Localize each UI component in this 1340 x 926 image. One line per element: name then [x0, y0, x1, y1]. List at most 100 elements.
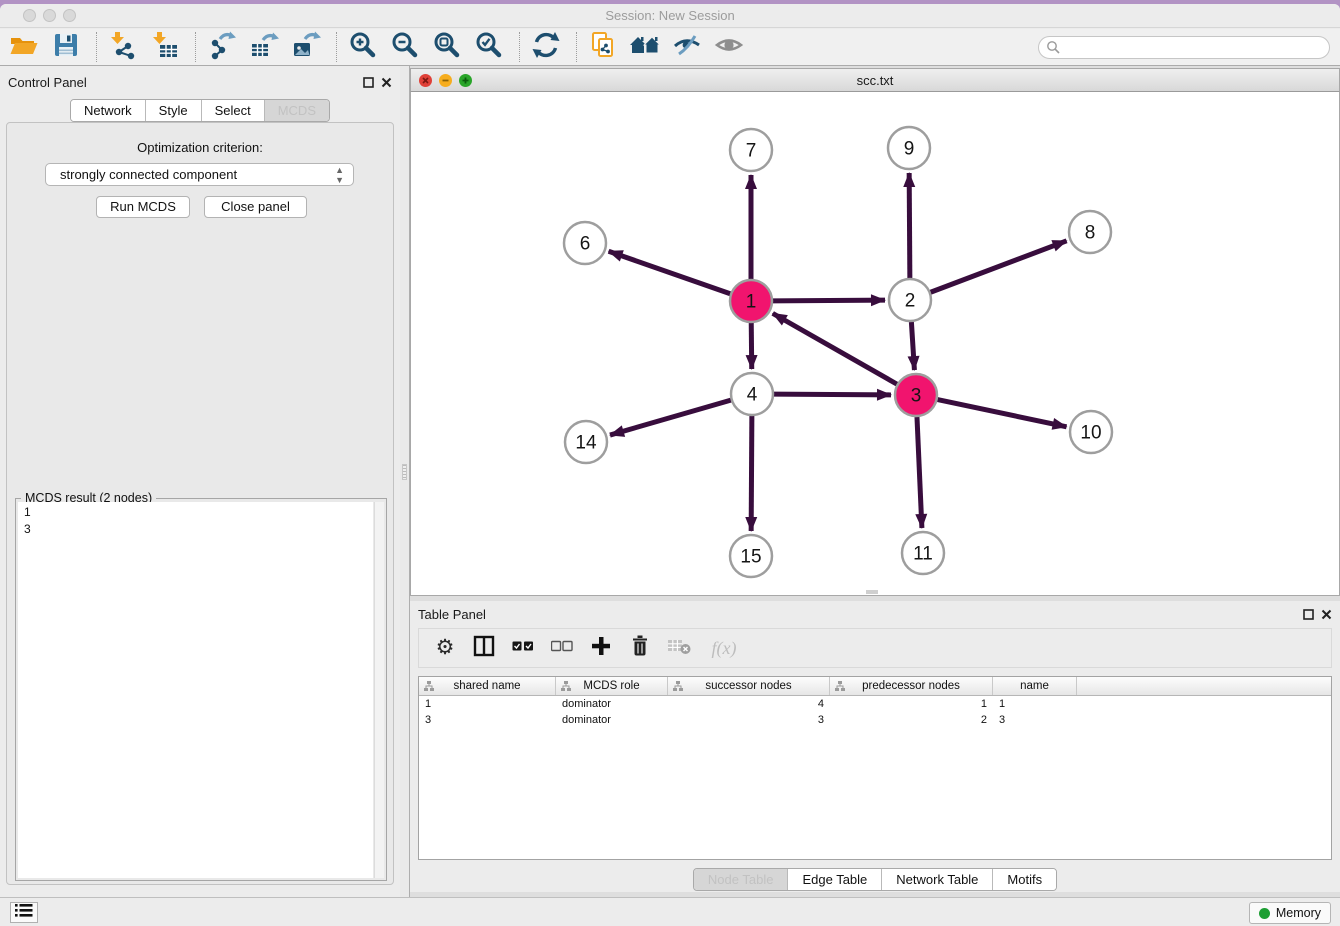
refresh-layout-button[interactable]: [530, 31, 562, 63]
zoom-in-button[interactable]: [347, 31, 379, 63]
task-history-button[interactable]: [10, 902, 38, 923]
graph-edge-2-9[interactable]: [909, 173, 910, 278]
import-network-button[interactable]: [107, 31, 139, 63]
panel-splitter[interactable]: [400, 66, 410, 897]
close-panel-icon[interactable]: [381, 75, 392, 93]
dropdown-stepper-icon: ▲▼: [335, 165, 344, 185]
mcds-result-list[interactable]: 13: [18, 502, 373, 878]
table-cell[interactable]: 1: [419, 697, 556, 713]
search-field-wrap: [1038, 36, 1330, 59]
search-input[interactable]: [1038, 36, 1330, 59]
copy-network-button[interactable]: [587, 31, 619, 63]
houses-icon: [629, 30, 661, 65]
open-session-button[interactable]: [8, 31, 40, 63]
column-header-predecessor-nodes[interactable]: predecessor nodes: [830, 677, 993, 695]
canvas-resize-handle[interactable]: [866, 590, 878, 594]
add-column-button[interactable]: [589, 636, 613, 660]
graph-node-3[interactable]: 3: [895, 374, 937, 416]
table-cell[interactable]: 1: [830, 697, 993, 713]
graph-node-14[interactable]: 14: [565, 421, 607, 463]
tab-edge-table[interactable]: Edge Table: [788, 869, 882, 890]
show-columns-button[interactable]: [472, 636, 496, 660]
save-session-button[interactable]: [50, 31, 82, 63]
graph-edge-3-10[interactable]: [938, 400, 1067, 427]
result-item[interactable]: 3: [24, 521, 367, 538]
table-cell[interactable]: 4: [668, 697, 830, 713]
graph-node-4[interactable]: 4: [731, 373, 773, 415]
table-cell[interactable]: dominator: [556, 713, 668, 729]
export-table-button[interactable]: [248, 31, 280, 63]
column-header-name[interactable]: name: [993, 677, 1077, 695]
graph: 7 9 6 8 1 2 4 3 14 10 15 11: [411, 92, 1339, 595]
export-image-button[interactable]: [290, 31, 322, 63]
graph-node-6[interactable]: 6: [564, 222, 606, 264]
tab-node-table[interactable]: Node Table: [694, 869, 789, 890]
table-cell[interactable]: 1: [993, 697, 1077, 713]
tab-mcds[interactable]: MCDS: [265, 100, 329, 121]
graph-node-9[interactable]: 9: [888, 127, 930, 169]
graph-node-7[interactable]: 7: [730, 129, 772, 171]
graph-edge-4-3[interactable]: [774, 394, 891, 395]
result-scrollbar[interactable]: [374, 502, 384, 878]
tab-select[interactable]: Select: [202, 100, 265, 121]
table-cell[interactable]: 3: [993, 713, 1077, 729]
graph-node-2[interactable]: 2: [889, 279, 931, 321]
deselect-all-columns-button[interactable]: [550, 636, 574, 660]
table-row[interactable]: 1dominator411: [419, 697, 1331, 713]
zoom-out-button[interactable]: [389, 31, 421, 63]
graph-node-11[interactable]: 11: [902, 532, 944, 574]
show-all-button[interactable]: [713, 31, 745, 63]
delete-column-button[interactable]: [628, 636, 652, 660]
window-title: Session: New Session: [0, 8, 1340, 23]
export-network-button[interactable]: [206, 31, 238, 63]
graph-node-10[interactable]: 10: [1070, 411, 1112, 453]
table-cell[interactable]: 2: [830, 713, 993, 729]
zoom-selected-button[interactable]: [473, 31, 505, 63]
run-mcds-button[interactable]: Run MCDS: [96, 196, 190, 218]
zoom-fit-button[interactable]: [431, 31, 463, 63]
graph-edge-1-2[interactable]: [773, 300, 885, 301]
table-cell[interactable]: 3: [419, 713, 556, 729]
graph-edge-4-15[interactable]: [751, 416, 752, 531]
graph-edge-3-1[interactable]: [773, 313, 897, 384]
table-cell[interactable]: 3: [668, 713, 830, 729]
graph-edge-1-6[interactable]: [609, 251, 731, 293]
column-header-successor-nodes[interactable]: successor nodes: [668, 677, 830, 695]
table-settings-button[interactable]: ⚙: [433, 636, 457, 660]
tab-motifs[interactable]: Motifs: [993, 869, 1056, 890]
table-cell[interactable]: dominator: [556, 697, 668, 713]
column-header-label: shared name: [453, 680, 520, 692]
result-item[interactable]: 1: [24, 504, 367, 521]
main-toolbar: [0, 29, 1340, 66]
tab-style[interactable]: Style: [146, 100, 202, 121]
column-header-shared-name[interactable]: shared name: [419, 677, 556, 695]
graph-edge-3-11[interactable]: [917, 417, 922, 528]
delete-table-button[interactable]: [667, 636, 691, 660]
graph-node-8[interactable]: 8: [1069, 211, 1111, 253]
function-builder-button[interactable]: f(x): [706, 636, 742, 660]
float-table-panel-icon[interactable]: [1303, 607, 1314, 625]
first-neighbors-button[interactable]: [629, 31, 661, 63]
column-header-MCDS-role[interactable]: MCDS role: [556, 677, 668, 695]
graph-edge-4-14[interactable]: [610, 400, 731, 435]
table-row[interactable]: 3dominator323: [419, 713, 1331, 729]
tab-network[interactable]: Network: [71, 100, 146, 121]
hide-selected-button[interactable]: [671, 31, 703, 63]
toolbar-separator: [519, 32, 520, 62]
close-panel-button[interactable]: Close panel: [204, 196, 307, 218]
criterion-dropdown[interactable]: strongly connected component ▲▼: [45, 163, 354, 186]
graph-edge-2-8[interactable]: [931, 241, 1067, 292]
mcds-result-group: MCDS result (2 nodes) 13: [15, 498, 387, 881]
memory-button[interactable]: Memory: [1249, 902, 1331, 924]
graph-node-15[interactable]: 15: [730, 535, 772, 577]
graph-node-1[interactable]: 1: [730, 280, 772, 322]
import-table-button[interactable]: [149, 31, 181, 63]
network-canvas[interactable]: 7 9 6 8 1 2 4 3 14 10 15 11: [410, 92, 1340, 596]
graph-edge-2-3[interactable]: [911, 322, 914, 370]
graph-node-label: 4: [747, 385, 758, 406]
control-panel-header: Control Panel: [0, 66, 400, 96]
close-table-panel-icon[interactable]: [1321, 607, 1332, 625]
select-all-columns-button[interactable]: [511, 636, 535, 660]
tab-network-table[interactable]: Network Table: [882, 869, 993, 890]
float-panel-icon[interactable]: [363, 75, 374, 93]
